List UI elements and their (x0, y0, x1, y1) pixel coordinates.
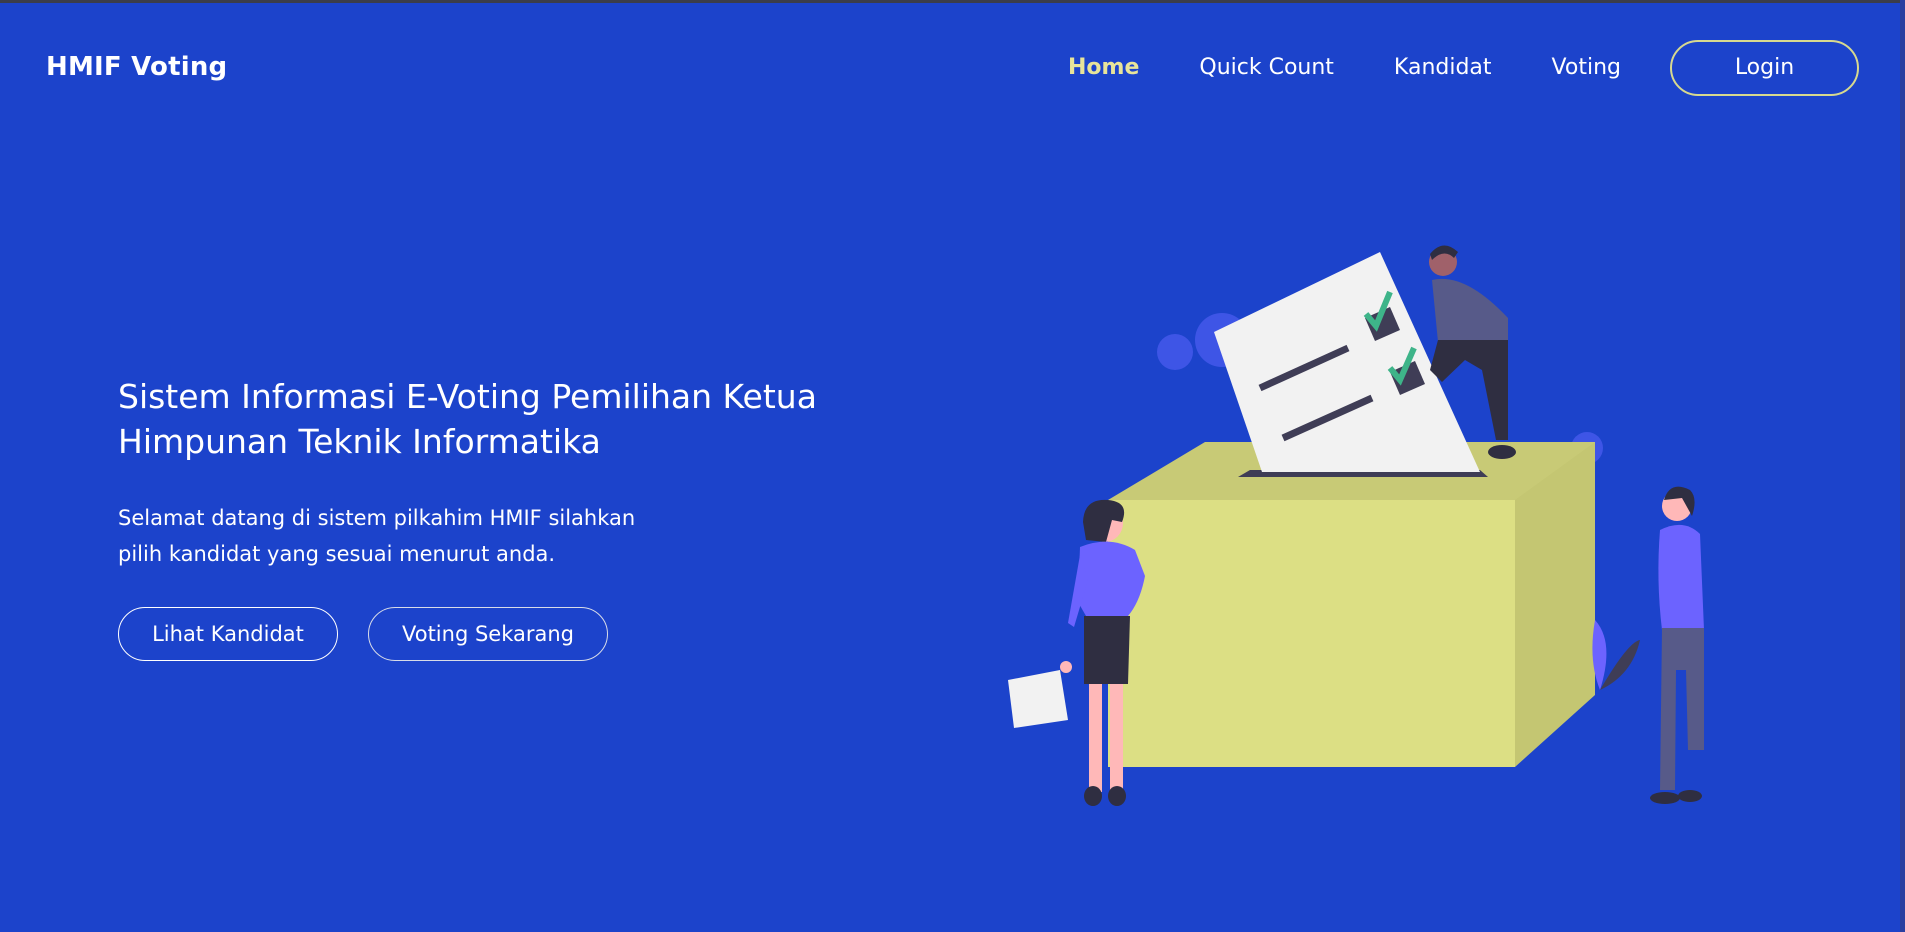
man-shirt (1658, 524, 1704, 630)
lihat-kandidat-button[interactable]: Lihat Kandidat (118, 607, 338, 661)
man-pants (1660, 628, 1704, 790)
man-shoe (1650, 792, 1680, 804)
ballot-box-front (1108, 500, 1515, 767)
nav-link-kandidat[interactable]: Kandidat (1394, 40, 1492, 96)
person-shoe (1488, 445, 1516, 459)
nav-link-home[interactable]: Home (1068, 40, 1139, 96)
window-top-border (0, 0, 1905, 3)
man-shoe (1678, 790, 1702, 802)
woman-skirt (1084, 616, 1130, 684)
brand-logo-text[interactable]: HMIF Voting (46, 52, 227, 82)
person-shirt (1432, 278, 1508, 342)
main-nav: Home Quick Count Kandidat Voting Login (1008, 40, 1859, 96)
woman-shirt (1078, 541, 1145, 616)
woman-leg (1110, 684, 1123, 792)
hero-title: Sistem Informasi E-Voting Pemilihan Ketu… (118, 377, 817, 461)
hero-subtitle: Selamat datang di sistem pilkahim HMIF s… (118, 506, 636, 566)
paper-sheet (1008, 670, 1068, 728)
nav-link-quick-count[interactable]: Quick Count (1199, 40, 1334, 96)
login-button[interactable]: Login (1670, 40, 1859, 96)
ballot-box-voting-illustration (1008, 245, 1704, 806)
woman-shoe (1084, 786, 1102, 806)
woman-hand (1060, 661, 1072, 673)
woman-shoe (1108, 786, 1126, 806)
woman-leg (1089, 684, 1102, 792)
nav-link-voting[interactable]: Voting (1552, 40, 1621, 96)
decor-circle (1157, 334, 1193, 370)
window-right-border (1900, 0, 1905, 932)
voting-sekarang-button[interactable]: Voting Sekarang (368, 607, 608, 661)
